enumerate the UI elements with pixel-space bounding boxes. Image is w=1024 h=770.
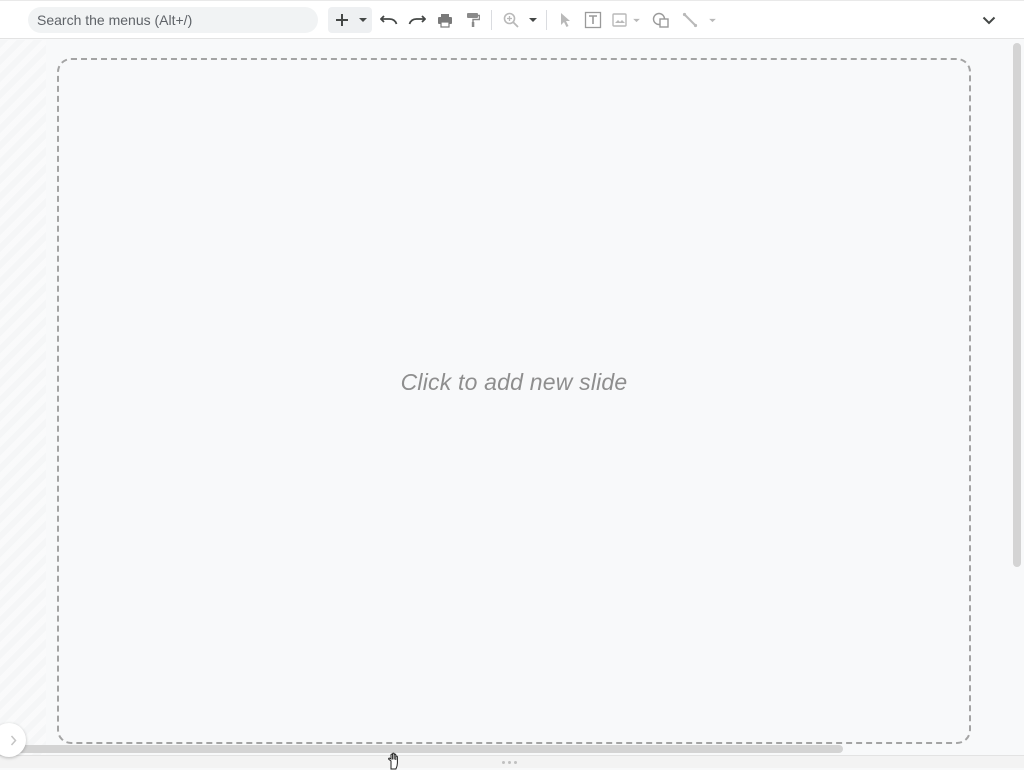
new-slide-button[interactable]	[329, 7, 355, 33]
hand-cursor-icon	[388, 752, 398, 770]
toolbar-top-border	[0, 0, 1024, 1]
caret-down-icon	[359, 18, 367, 22]
collapse-toolbar-button[interactable]	[976, 7, 1002, 33]
add-new-slide-text: Click to add new slide	[400, 369, 628, 395]
image-icon	[612, 13, 627, 27]
pane-resize-handle[interactable]	[502, 761, 524, 765]
new-slide-dropdown-button[interactable]	[354, 7, 372, 33]
shape-icon	[652, 12, 669, 28]
line-button[interactable]	[677, 7, 703, 33]
zoom-button[interactable]	[498, 7, 524, 33]
vertical-scrollbar-thumb[interactable]	[1013, 43, 1021, 567]
text-box-button[interactable]	[580, 7, 606, 33]
chevron-right-icon	[10, 735, 17, 745]
magnifier-icon	[503, 12, 519, 28]
redo-button[interactable]	[404, 7, 430, 33]
image-dropdown-button[interactable]	[628, 7, 644, 33]
add-new-slide-placeholder[interactable]: Click to add new slide	[57, 58, 971, 744]
pointer-icon	[561, 13, 570, 27]
zoom-dropdown-button[interactable]	[524, 7, 542, 33]
text-box-icon	[584, 11, 602, 29]
caret-down-icon	[529, 18, 537, 22]
paint-format-button[interactable]	[460, 7, 486, 33]
select-button[interactable]	[552, 7, 578, 33]
toolbar	[0, 0, 1024, 39]
chevron-down-icon	[982, 16, 996, 24]
print-button[interactable]	[432, 7, 458, 33]
toolbar-separator	[546, 10, 547, 30]
caret-down-icon	[708, 18, 716, 22]
horizontal-scrollbar-thumb[interactable]	[10, 745, 843, 753]
line-dropdown-button[interactable]	[704, 7, 720, 33]
plus-icon	[336, 14, 348, 26]
toolbar-separator	[491, 10, 492, 30]
line-icon	[682, 12, 698, 28]
caret-down-icon	[632, 18, 640, 22]
redo-icon	[408, 15, 426, 25]
paint-roller-icon	[467, 13, 480, 27]
undo-button[interactable]	[376, 7, 402, 33]
shape-button[interactable]	[648, 7, 674, 33]
printer-icon	[438, 13, 452, 28]
undo-icon	[380, 15, 398, 25]
slide-panel-strip	[0, 40, 46, 755]
search-menus-input[interactable]	[28, 7, 318, 33]
